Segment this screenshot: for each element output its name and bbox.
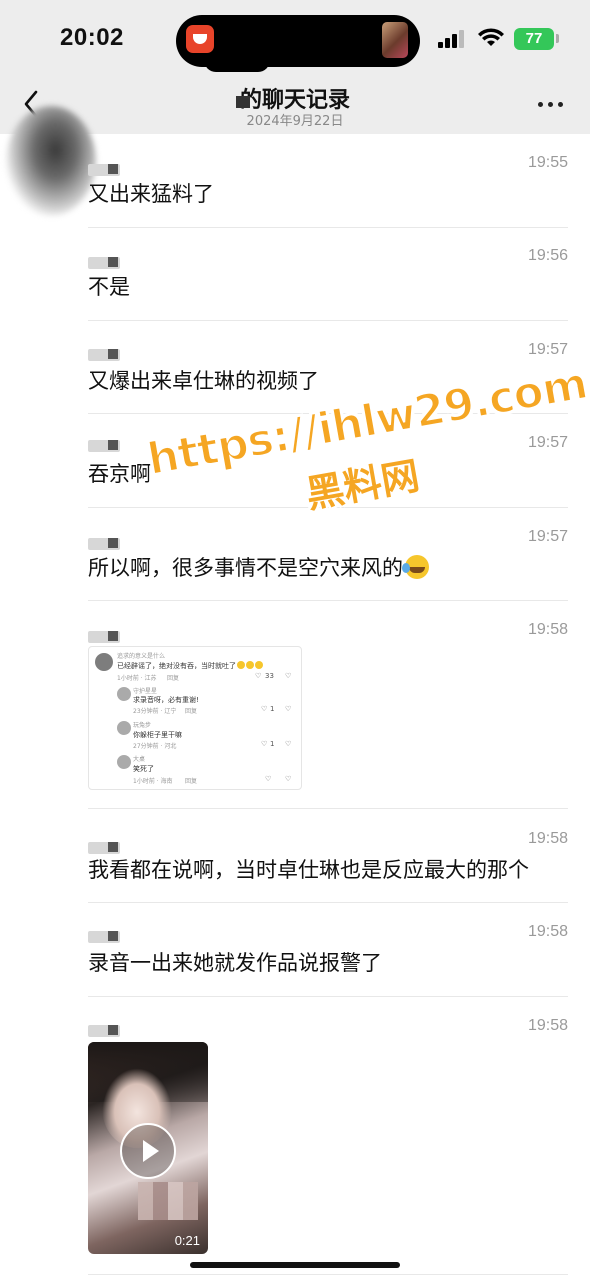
list-item[interactable]: 19:55 又出来猛料了 bbox=[88, 154, 568, 214]
message-time: 19:57 bbox=[527, 434, 568, 451]
island-redaction bbox=[204, 58, 270, 72]
reply-user: 守护星星 bbox=[133, 688, 158, 695]
list-item[interactable]: 19:57 又爆出来卓仕琳的视频了 bbox=[88, 341, 568, 401]
divider bbox=[88, 996, 568, 997]
media-thumbnail bbox=[382, 22, 408, 58]
message-time: 19:58 bbox=[527, 923, 568, 940]
clock: 20:02 bbox=[60, 24, 124, 51]
battery-level: 77 bbox=[514, 28, 554, 50]
list-item[interactable]: 19:56 不是 bbox=[88, 247, 568, 307]
battery-icon bbox=[556, 34, 559, 43]
reply-text: 你躲柜子里干嘛 bbox=[133, 731, 182, 739]
emoji-icon bbox=[255, 661, 263, 669]
status-bar: 20:02 77 bbox=[0, 0, 590, 80]
list-item[interactable]: 19:58 bbox=[88, 621, 568, 643]
redacted-sender bbox=[88, 164, 120, 176]
reply-text: 求录音呀，必有重谢! bbox=[133, 696, 199, 704]
like-count: 33 bbox=[265, 672, 274, 680]
list-item[interactable]: 19:58 录音一出来她就发作品说报警了 bbox=[88, 923, 568, 983]
redacted-sender bbox=[88, 631, 120, 643]
dislike-icon: ♡ bbox=[285, 740, 292, 748]
divider bbox=[88, 507, 568, 508]
play-icon[interactable] bbox=[120, 1123, 176, 1179]
comment-reply: 回复 bbox=[185, 708, 198, 715]
comment-meta: 1小时前 · 江苏 bbox=[117, 675, 157, 682]
message-text: 不是 bbox=[88, 275, 130, 299]
message-time: 19:57 bbox=[527, 528, 568, 545]
reply-user: 玩兔步 bbox=[133, 722, 152, 729]
redacted-sender bbox=[88, 931, 120, 943]
like-count: 1 bbox=[270, 740, 275, 748]
dislike-icon: ♡ bbox=[285, 775, 292, 783]
redacted-name bbox=[236, 96, 250, 108]
message-text: 吞京啊 bbox=[88, 462, 151, 486]
rofl-emoji-icon bbox=[402, 555, 429, 579]
comment-text-content: 已经辟谣了，绝对没有吞，当时就吐了 bbox=[117, 662, 236, 670]
divider bbox=[88, 600, 568, 601]
divider bbox=[88, 320, 568, 321]
message-time: 19:58 bbox=[527, 830, 568, 847]
message-text: 所以啊，很多事情不是空穴来风的 bbox=[88, 552, 429, 582]
app-icon bbox=[186, 25, 214, 53]
comment-user: 追求的意义是什么 bbox=[117, 653, 166, 660]
redacted-sender bbox=[88, 1025, 120, 1037]
like-count: 1 bbox=[270, 705, 275, 713]
reply-text: 笑死了 bbox=[133, 765, 154, 773]
home-indicator[interactable] bbox=[190, 1262, 400, 1268]
message-text: 录音一出来她就发作品说报警了 bbox=[88, 951, 382, 975]
avatar bbox=[95, 653, 113, 671]
avatar bbox=[117, 687, 131, 701]
redacted-sender bbox=[88, 538, 120, 550]
comment-text: 已经辟谣了，绝对没有吞，当时就吐了 bbox=[117, 661, 263, 671]
list-item[interactable]: 19:57 吞京啊 bbox=[88, 434, 568, 494]
message-time: 19:58 bbox=[527, 1017, 568, 1034]
emoji-icon bbox=[246, 661, 254, 669]
wifi-icon bbox=[478, 28, 504, 46]
cellular-signal-icon bbox=[438, 30, 468, 48]
heart-icon: ♡ bbox=[265, 775, 272, 783]
redacted-sender bbox=[88, 842, 120, 854]
avatar bbox=[117, 721, 131, 735]
message-text: 又出来猛料了 bbox=[88, 182, 214, 206]
reply-meta: 1小时前 · 海南 bbox=[133, 778, 173, 785]
divider bbox=[88, 413, 568, 414]
reply-meta: 23分钟前 · 辽宁 bbox=[133, 708, 177, 715]
heart-icon: ♡ bbox=[261, 740, 268, 748]
message-time: 19:55 bbox=[527, 154, 568, 171]
redacted-sender bbox=[88, 257, 120, 269]
redacted-sender bbox=[88, 349, 120, 361]
redacted-sender bbox=[88, 440, 120, 452]
list-item[interactable]: 19:58 我看都在说啊，当时卓仕琳也是反应最大的那个 bbox=[88, 830, 568, 890]
comment-screenshot-image[interactable]: 追求的意义是什么 已经辟谣了，绝对没有吞，当时就吐了 1小时前 · 江苏 回复 … bbox=[88, 646, 302, 790]
page-date: 2024年9月22日 bbox=[246, 114, 344, 129]
divider bbox=[88, 227, 568, 228]
dislike-icon: ♡ bbox=[285, 705, 292, 713]
nav-bar: 的聊天记录 2024年9月22日 bbox=[0, 80, 590, 134]
video-message[interactable]: 0:21 bbox=[88, 1042, 208, 1254]
list-item[interactable]: 19:57 所以啊，很多事情不是空穴来风的 bbox=[88, 528, 568, 588]
comment-reply: 回复 bbox=[185, 778, 198, 785]
emoji-icon bbox=[237, 661, 245, 669]
more-options-icon[interactable] bbox=[536, 94, 566, 114]
divider bbox=[88, 902, 568, 903]
reply-meta: 27分钟前 · 河北 bbox=[133, 743, 177, 750]
message-text: 我看都在说啊，当时卓仕琳也是反应最大的那个 bbox=[88, 858, 529, 882]
message-time: 19:58 bbox=[527, 621, 568, 638]
avatar bbox=[6, 106, 96, 216]
message-text: 又爆出来卓仕琳的视频了 bbox=[88, 369, 319, 393]
reply-user: 大桌 bbox=[133, 756, 146, 763]
message-time: 19:57 bbox=[527, 341, 568, 358]
divider bbox=[88, 1274, 568, 1275]
mosaic-blur bbox=[138, 1182, 198, 1220]
list-item[interactable]: 19:58 bbox=[88, 1017, 568, 1037]
message-time: 19:56 bbox=[527, 247, 568, 264]
divider bbox=[88, 808, 568, 809]
dislike-icon: ♡ bbox=[285, 672, 292, 680]
heart-icon: ♡ bbox=[261, 705, 268, 713]
message-text-content: 所以啊，很多事情不是空穴来风的 bbox=[88, 556, 403, 580]
video-duration: 0:21 bbox=[174, 1233, 200, 1248]
comment-reply: 回复 bbox=[167, 675, 180, 682]
avatar bbox=[117, 755, 131, 769]
heart-icon: ♡ bbox=[255, 672, 262, 680]
